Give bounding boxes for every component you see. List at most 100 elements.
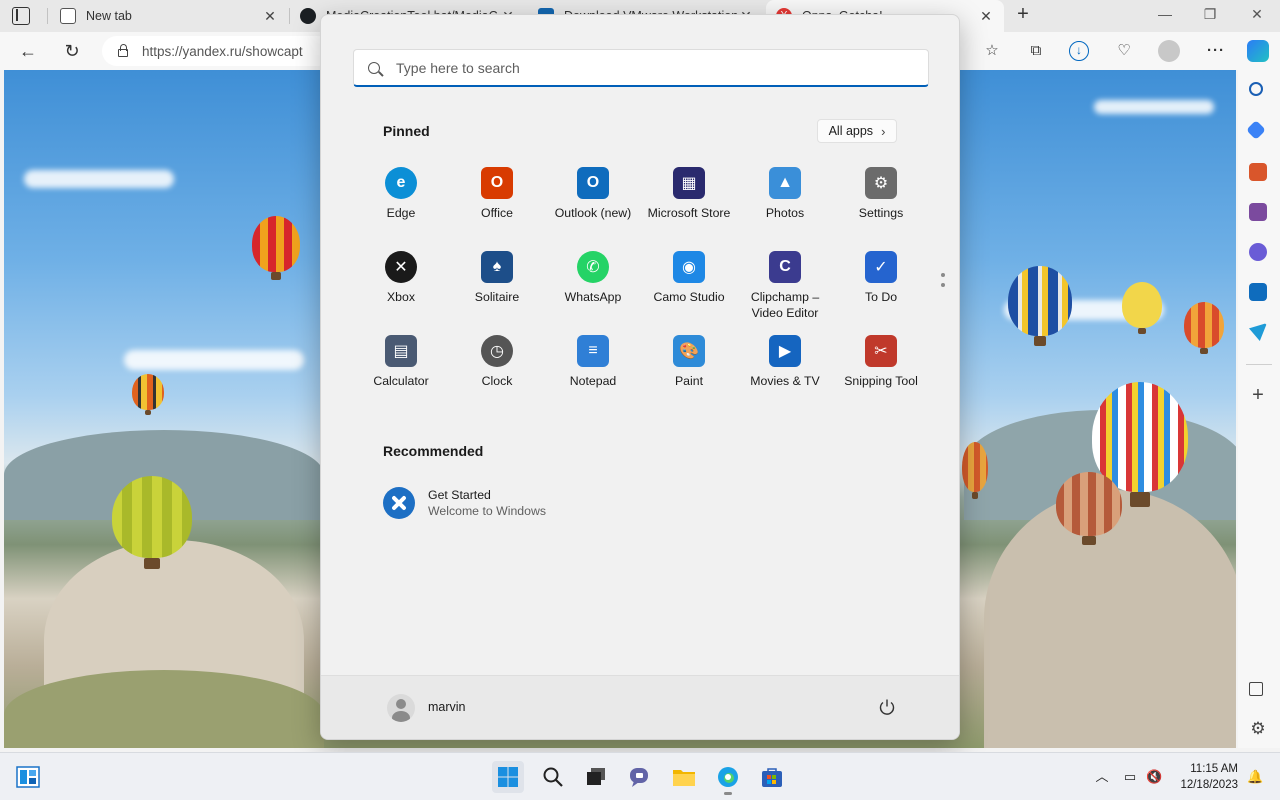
clock-time: 11:15 AM — [1190, 763, 1238, 775]
app-label: Movies & TV — [750, 374, 820, 388]
pinned-app-movies-tv[interactable]: ▶ Movies & TV — [737, 329, 833, 413]
search-icon — [543, 767, 563, 787]
recommended-item-title: Get Started — [428, 488, 491, 502]
show-hidden-icons-chevron-icon[interactable]: ︿ — [1094, 769, 1110, 785]
app-label: Clock — [481, 374, 513, 388]
edge-icon — [718, 767, 738, 787]
start-button[interactable] — [492, 761, 524, 793]
all-apps-label: All apps — [828, 124, 874, 138]
user-avatar[interactable] — [387, 694, 415, 722]
edge-sidebar: + ⚙ — [1238, 70, 1280, 748]
pinned-app-calculator[interactable]: ▤ Calculator — [353, 329, 449, 413]
pinned-app-microsoft-store[interactable]: ▦ Microsoft Store — [641, 161, 737, 245]
downloads-icon[interactable]: ↓ — [1069, 41, 1089, 61]
store-taskbar-button[interactable] — [756, 761, 788, 793]
start-menu-footer: marvin — [321, 675, 959, 739]
pinned-app-settings[interactable]: ⚙ Settings — [833, 161, 929, 245]
teams-chat-button[interactable] — [624, 761, 656, 793]
gear-icon[interactable]: ⚙ — [1249, 720, 1267, 738]
pinned-app-whatsapp[interactable]: ✆ WhatsApp — [545, 245, 641, 329]
new-tab-icon — [60, 8, 76, 24]
pinned-app-solitaire[interactable]: ♠ Solitaire — [449, 245, 545, 329]
outlook-sidebar-icon[interactable] — [1249, 283, 1267, 301]
app-label: To Do — [864, 290, 898, 304]
new-tab-button[interactable]: + — [1012, 4, 1034, 26]
edge-taskbar-button[interactable] — [712, 761, 744, 795]
collections-icon[interactable]: ⧉ — [1025, 40, 1047, 62]
address-bar[interactable]: https://yandex.ru/showcapt — [102, 36, 332, 66]
tab-new-tab[interactable]: New tab ✕ — [50, 0, 288, 32]
start-search-box[interactable] — [353, 49, 929, 87]
widgets-icon[interactable] — [16, 766, 40, 788]
taskbar-clock[interactable]: 11:15 AM 12/18/2023 — [1176, 761, 1238, 793]
user-name[interactable]: marvin — [428, 700, 466, 714]
todo-icon: ✓ — [865, 251, 897, 283]
store-icon — [762, 768, 782, 787]
sidebar-toggle-icon[interactable] — [1249, 682, 1263, 696]
m365-icon[interactable] — [1249, 243, 1267, 261]
recommended-item-get-started[interactable]: Get Started Welcome to Windows — [383, 487, 546, 519]
restore-button[interactable]: ❐ — [1200, 6, 1220, 26]
paint-icon: 🎨 — [673, 335, 705, 367]
pinned-app-xbox[interactable]: ✕ Xbox — [353, 245, 449, 329]
folder-icon — [673, 770, 695, 786]
file-explorer-button[interactable] — [668, 761, 700, 793]
profile-avatar[interactable] — [1158, 40, 1180, 62]
tab-actions-button[interactable] — [12, 7, 30, 25]
notification-bell-icon[interactable]: 🔔 — [1247, 769, 1263, 785]
recommended-item-subtitle: Welcome to Windows — [428, 504, 546, 518]
pinned-app-paint[interactable]: 🎨 Paint — [641, 329, 737, 413]
search-icon[interactable] — [1249, 82, 1263, 96]
close-icon[interactable]: ✕ — [978, 8, 994, 25]
pinned-app-office[interactable]: O Office — [449, 161, 545, 245]
search-icon — [368, 61, 380, 74]
github-icon — [300, 8, 316, 24]
telegram-icon[interactable] — [1249, 323, 1267, 341]
network-icon[interactable]: ▭ — [1122, 769, 1138, 785]
edge-icon: e — [385, 167, 417, 199]
clock-date: 12/18/2023 — [1180, 779, 1238, 791]
pinned-app-camo-studio[interactable]: ◉ Camo Studio — [641, 245, 737, 329]
close-window-button[interactable]: ✕ — [1247, 6, 1267, 26]
minimize-button[interactable]: — — [1155, 6, 1175, 26]
back-button[interactable]: ← — [16, 40, 40, 62]
recommended-title: Recommended — [383, 443, 484, 459]
close-icon[interactable]: ✕ — [262, 8, 278, 25]
pinned-app-outlook-new[interactable]: O Outlook (new) — [545, 161, 641, 245]
pinned-app-photos[interactable]: ▲ Photos — [737, 161, 833, 245]
lock-icon — [118, 44, 128, 57]
favorites-icon[interactable]: ☆ — [981, 40, 1003, 62]
pinned-app-to-do[interactable]: ✓ To Do — [833, 245, 929, 329]
app-label: Solitaire — [474, 290, 520, 304]
refresh-button[interactable]: ↻ — [60, 40, 84, 62]
power-icon[interactable] — [877, 697, 897, 717]
tools-icon[interactable] — [1249, 163, 1267, 181]
task-view-button[interactable] — [580, 761, 612, 793]
search-input[interactable] — [396, 59, 896, 76]
games-icon[interactable] — [1249, 203, 1267, 221]
shopping-tag-icon[interactable] — [1246, 120, 1266, 140]
camera-icon: ◉ — [673, 251, 705, 283]
taskbar-search-button[interactable] — [537, 761, 569, 793]
page-indicator[interactable] — [941, 273, 947, 293]
photos-icon: ▲ — [769, 167, 801, 199]
pinned-app-edge[interactable]: e Edge — [353, 161, 449, 245]
add-icon[interactable]: + — [1249, 385, 1267, 405]
copilot-icon[interactable] — [1247, 40, 1269, 62]
volume-muted-icon[interactable]: 🔇 — [1146, 769, 1162, 785]
more-menu-icon[interactable]: ··· — [1205, 40, 1227, 62]
task-view-icon — [587, 768, 605, 785]
app-label: Microsoft Store — [647, 206, 731, 220]
pinned-apps-grid: e Edge O Office O Outlook (new) ▦ Microsoft Sto… — [353, 161, 929, 413]
tab-label: New tab — [86, 9, 132, 23]
all-apps-button[interactable]: All apps › — [817, 119, 897, 143]
pinned-app-snipping-tool[interactable]: ✂ Snipping Tool — [833, 329, 929, 413]
pinned-app-clock[interactable]: ◷ Clock — [449, 329, 545, 413]
notepad-icon: ≡ — [577, 335, 609, 367]
office-icon: O — [481, 167, 513, 199]
performance-icon[interactable]: ♡ — [1113, 40, 1135, 62]
pinned-app-notepad[interactable]: ≡ Notepad — [545, 329, 641, 413]
pinned-app-clipchamp-video-editor[interactable]: C Clipchamp – Video Editor — [737, 245, 833, 329]
app-label: Photos — [765, 206, 805, 220]
app-label: WhatsApp — [564, 290, 622, 304]
